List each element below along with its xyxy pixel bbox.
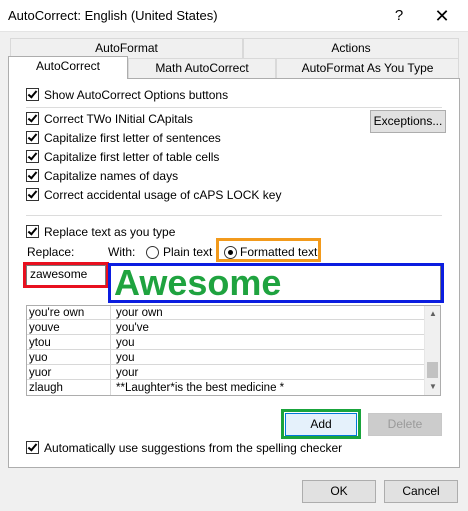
- checkbox-box[interactable]: [26, 188, 39, 201]
- tab-autoformat-as-you-type[interactable]: AutoFormat As You Type: [276, 58, 459, 78]
- table-row[interactable]: yuor your: [27, 366, 425, 380]
- scroll-thumb[interactable]: [427, 362, 438, 378]
- checkbox-label: Show AutoCorrect Options buttons: [44, 88, 229, 102]
- help-button[interactable]: ?: [384, 4, 414, 28]
- formatted-text-highlight: [216, 238, 321, 262]
- replace-cell: ytou: [29, 337, 51, 349]
- checkmark-icon: [27, 88, 38, 99]
- tab-label: Actions: [331, 41, 371, 55]
- title-bar: AutoCorrect: English (United States) ? ✕: [0, 0, 468, 32]
- ok-button[interactable]: OK: [302, 480, 376, 503]
- tab-math-autocorrect[interactable]: Math AutoCorrect: [128, 58, 276, 78]
- with-cell: you: [116, 337, 135, 349]
- checkbox-box[interactable]: [26, 169, 39, 182]
- add-button-highlight: [281, 409, 361, 439]
- replace-input-highlight: [23, 262, 109, 288]
- table-row[interactable]: ytou you: [27, 336, 425, 350]
- checkbox-label: Capitalize names of days: [44, 169, 179, 183]
- tab-autoformat[interactable]: AutoFormat: [10, 38, 243, 58]
- tab-label: AutoFormat As You Type: [301, 61, 434, 75]
- scroll-up-icon[interactable]: ▲: [425, 306, 440, 322]
- checkmark-icon: [27, 441, 38, 452]
- table-row[interactable]: youve you've: [27, 321, 425, 335]
- with-cell: your own: [116, 307, 163, 319]
- with-cell: **Laughter*is the best medicine *: [116, 382, 285, 394]
- checkbox-label: Automatically use suggestions from the s…: [44, 441, 343, 455]
- plain-text-label: Plain text: [163, 245, 213, 259]
- checkbox-label: Replace text as you type: [44, 225, 176, 239]
- tab-label: AutoCorrect: [35, 59, 101, 73]
- with-label: With:: [108, 245, 136, 259]
- replace-cell: yuor: [29, 367, 52, 379]
- tab-label: AutoFormat: [95, 41, 158, 55]
- window-title: AutoCorrect: English (United States): [8, 8, 218, 23]
- replace-cell: zlaugh: [29, 382, 63, 394]
- checkmark-icon: [27, 225, 38, 236]
- tab-label: Math AutoCorrect: [155, 61, 249, 75]
- checkmark-icon: [27, 150, 38, 161]
- checkbox-label: Capitalize first letter of sentences: [44, 131, 221, 145]
- replace-label: Replace:: [27, 245, 75, 259]
- checkbox-label: Correct TWo INitial CApitals: [44, 112, 193, 126]
- checkmark-icon: [27, 131, 38, 142]
- checkbox-box[interactable]: [26, 112, 39, 125]
- with-cell: your: [116, 367, 139, 379]
- with-input-highlight: [108, 263, 444, 303]
- scroll-down-icon[interactable]: ▼: [425, 379, 440, 395]
- checkbox-box[interactable]: [26, 441, 39, 454]
- exceptions-button[interactable]: Exceptions...: [370, 110, 446, 133]
- vertical-scrollbar[interactable]: ▲ ▼: [424, 306, 440, 395]
- divider: [26, 215, 442, 216]
- checkbox-label: Capitalize first letter of table cells: [44, 150, 220, 164]
- tab-autocorrect[interactable]: AutoCorrect: [8, 56, 128, 79]
- checkmark-icon: [27, 188, 38, 199]
- replace-cell: yuo: [29, 352, 48, 364]
- checkbox-box[interactable]: [26, 88, 39, 101]
- table-row[interactable]: zlaugh **Laughter*is the best medicine *: [27, 381, 425, 395]
- replacement-list[interactable]: you're own your own youve you've ytou yo…: [26, 305, 441, 396]
- replace-cell: youve: [29, 322, 60, 334]
- close-button[interactable]: ✕: [427, 4, 457, 28]
- replace-cell: you're own: [29, 307, 85, 319]
- with-cell: you: [116, 352, 135, 364]
- checkbox-box[interactable]: [26, 150, 39, 163]
- checkbox-box[interactable]: [26, 225, 39, 238]
- with-cell: you've: [116, 322, 149, 334]
- checkmark-icon: [27, 112, 38, 123]
- delete-button[interactable]: Delete: [368, 413, 442, 436]
- checkbox-label: Correct accidental usage of cAPS LOCK ke…: [44, 188, 282, 202]
- tab-actions[interactable]: Actions: [243, 38, 459, 58]
- checkbox-box[interactable]: [26, 131, 39, 144]
- divider: [26, 107, 442, 108]
- plain-text-radio[interactable]: [146, 246, 159, 259]
- table-row[interactable]: you're own your own: [27, 306, 425, 320]
- table-row[interactable]: yuo you: [27, 351, 425, 365]
- checkmark-icon: [27, 169, 38, 180]
- cancel-button[interactable]: Cancel: [384, 480, 458, 503]
